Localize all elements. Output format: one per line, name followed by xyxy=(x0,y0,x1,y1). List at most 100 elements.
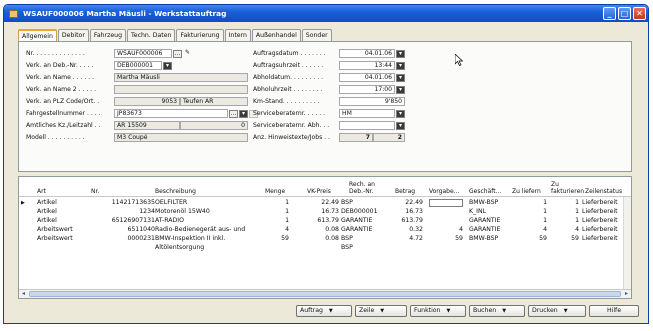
cell-betrag[interactable]: 22.49 xyxy=(385,199,423,207)
horizontal-scrollbar[interactable]: ◂ ▸ xyxy=(19,289,631,298)
cell-betrag[interactable]: 16.73 xyxy=(385,208,423,216)
cell-beschreibung[interactable]: OELFILTER xyxy=(155,199,261,207)
column-header-nr[interactable]: Nr. xyxy=(91,188,99,196)
verk-an-deb-input[interactable]: DEB000001 xyxy=(114,61,162,70)
cell-zuliefern[interactable]: 4 xyxy=(509,226,547,234)
cell-rech[interactable]: BSP xyxy=(341,244,387,252)
vertical-scrollbar[interactable] xyxy=(623,197,631,291)
chevron-down-icon[interactable]: ▾ xyxy=(396,109,405,118)
cell-betrag[interactable]: 613.79 xyxy=(385,217,423,225)
cell-status[interactable]: Lieferbereit xyxy=(582,226,626,234)
verk-an-name2-input[interactable] xyxy=(114,85,248,94)
column-header-zu-fakturieren[interactable]: Zu fakturieren xyxy=(551,181,584,195)
cell-betrag[interactable] xyxy=(385,244,423,252)
abholdatum-input[interactable]: 04.01.06 xyxy=(339,73,395,82)
plz-input[interactable]: 9053 xyxy=(114,97,180,106)
serviceberater-input[interactable]: HM xyxy=(339,109,395,118)
table-row[interactable]: Artikel 1234 Motorenöl 15W40 1 16.73 DEB00000… xyxy=(19,208,631,216)
minimize-button[interactable]: _ xyxy=(603,7,616,20)
km-stand-input[interactable]: 9'850 xyxy=(339,97,405,106)
abholuhrzeit-input[interactable]: 17:00 xyxy=(339,85,395,94)
scrollbar-thumb[interactable] xyxy=(29,291,621,297)
column-header-menge[interactable]: Menge xyxy=(265,188,285,196)
tab-fahrzeug[interactable]: Fahrzeug xyxy=(89,29,127,41)
cell-zufakt[interactable]: 1 xyxy=(549,208,579,216)
cell-vorgabe[interactable]: 59 xyxy=(429,235,463,243)
table-row[interactable]: Arbeitswert 6511040 Radio-Bedienegerät aus… xyxy=(19,226,631,234)
column-header-geschaeft[interactable]: Geschäft... xyxy=(469,188,501,196)
cell-vk[interactable] xyxy=(291,244,339,252)
cell-rech[interactable]: BSP xyxy=(341,199,387,207)
funktion-button[interactable]: Funktion ▼ xyxy=(410,305,466,317)
chevron-down-icon[interactable]: ▾ xyxy=(396,61,405,70)
kennzeichen-input[interactable]: AR 15509 xyxy=(114,121,180,130)
cell-zuliefern[interactable] xyxy=(509,244,547,252)
cell-nr[interactable]: 6511040 xyxy=(77,226,155,234)
chevron-down-icon[interactable]: ▾ xyxy=(396,49,405,58)
cell-nr[interactable]: 11421713635 xyxy=(77,199,155,207)
tab-techn-daten[interactable]: Techn. Daten xyxy=(127,29,176,41)
cell-beschreibung[interactable]: AT-RADIO xyxy=(155,217,261,225)
column-header-rech-an[interactable]: Rech. an Deb.-Nr. xyxy=(349,181,375,195)
cell-nr[interactable] xyxy=(77,244,155,252)
cell-zufakt[interactable] xyxy=(549,244,579,252)
cell-vorgabe[interactable] xyxy=(429,217,463,225)
tab-intern[interactable]: Intern xyxy=(224,29,251,41)
table-row[interactable]: Arbeitswert 0000231 BMW-Inspektion II inkl… xyxy=(19,235,631,243)
cell-rech[interactable]: GARANTIE xyxy=(341,226,387,234)
cell-vorgabe[interactable] xyxy=(429,199,463,207)
cell-rech[interactable]: BSP xyxy=(341,235,387,243)
cell-vorgabe[interactable]: 4 xyxy=(429,226,463,234)
cell-rech[interactable]: DEB000001 xyxy=(341,208,387,216)
table-row[interactable]: ▶ Artikel 11421713635 OELFILTER 1 22.49 BSP 22.… xyxy=(19,199,631,207)
column-header-vk-preis[interactable]: VK-Preis xyxy=(307,188,331,196)
cell-nr[interactable]: 65126907131 xyxy=(77,217,155,225)
cell-zuliefern[interactable]: 1 xyxy=(509,208,547,216)
nr-input[interactable]: WSAUF000006 xyxy=(114,49,172,58)
table-row[interactable]: Altölentsorgung BSP xyxy=(19,244,631,252)
pencil-icon[interactable]: ✎ xyxy=(183,49,192,58)
column-header-zu-liefern[interactable]: Zu liefern xyxy=(512,188,541,196)
cell-zuliefern[interactable]: 59 xyxy=(509,235,547,243)
auftrag-button[interactable]: Auftrag ▼ xyxy=(296,305,352,317)
column-header-betrag[interactable]: Betrag xyxy=(395,188,415,196)
auftragsdatum-input[interactable]: 04.01.06 xyxy=(339,49,395,58)
cell-nr[interactable]: 0000231 xyxy=(77,235,155,243)
cell-rech[interactable]: GARANTIE xyxy=(341,217,387,225)
cell-status[interactable]: Lieferbereit xyxy=(582,208,626,216)
lookup-icon[interactable]: … xyxy=(173,49,182,58)
cell-geschaeft[interactable]: GARANTIE xyxy=(469,217,511,225)
column-header-vorgabe[interactable]: Vorgabe... xyxy=(429,188,459,196)
verk-an-name-input[interactable]: Martha Mäusli xyxy=(114,73,248,82)
cell-betrag[interactable]: 0.32 xyxy=(385,226,423,234)
cell-menge[interactable]: 4 xyxy=(251,226,289,234)
chevron-down-icon[interactable]: ▾ xyxy=(396,73,405,82)
cell-status[interactable] xyxy=(582,244,626,252)
cell-menge[interactable]: 1 xyxy=(251,199,289,207)
maximize-button[interactable]: □ xyxy=(618,7,631,20)
tab-sonder[interactable]: Sonder xyxy=(301,29,332,41)
scroll-left-icon[interactable]: ◂ xyxy=(19,290,28,298)
zeile-button[interactable]: Zeile ▼ xyxy=(355,305,407,317)
cell-status[interactable]: Lieferbereit xyxy=(582,217,626,225)
cell-zufakt[interactable]: 1 xyxy=(549,199,579,207)
tab-debitor[interactable]: Debitor xyxy=(57,29,89,41)
table-row[interactable]: Artikel 65126907131 AT-RADIO 1 613.79 GARANTI… xyxy=(19,217,631,225)
scroll-right-icon[interactable]: ▸ xyxy=(622,290,631,298)
chevron-down-icon[interactable]: ▾ xyxy=(396,121,405,130)
cell-geschaeft[interactable] xyxy=(469,244,511,252)
cell-vorgabe[interactable] xyxy=(429,244,463,252)
cell-vk[interactable]: 16.73 xyxy=(291,208,339,216)
cell-zufakt[interactable]: 4 xyxy=(549,226,579,234)
cell-menge[interactable] xyxy=(251,244,289,252)
cell-zuliefern[interactable]: 1 xyxy=(509,217,547,225)
cell-beschreibung[interactable]: Motorenöl 15W40 xyxy=(155,208,261,216)
serviceberater-abh-input[interactable] xyxy=(339,121,395,130)
cell-status[interactable]: Lieferbereit xyxy=(582,199,626,207)
cell-menge[interactable]: 1 xyxy=(251,208,289,216)
cell-menge[interactable]: 59 xyxy=(251,235,289,243)
cell-zufakt[interactable]: 1 xyxy=(549,217,579,225)
cell-vorgabe[interactable] xyxy=(429,208,463,216)
chevron-down-icon[interactable]: ▾ xyxy=(163,61,172,70)
chevron-down-icon[interactable]: ▾ xyxy=(396,85,405,94)
